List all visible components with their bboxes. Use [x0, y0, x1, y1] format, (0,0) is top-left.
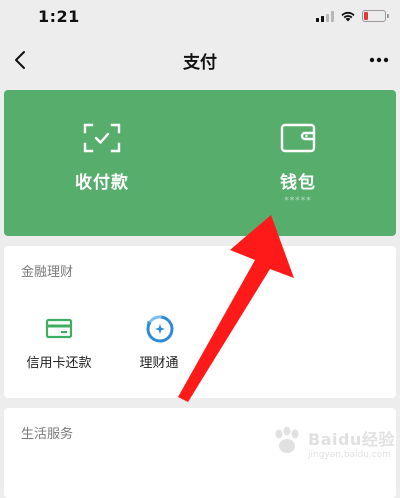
- finance-section-title: 金融理财: [21, 265, 74, 280]
- wallet-balance-masked: *****: [284, 196, 312, 206]
- wallet-icon: [280, 123, 316, 153]
- cellular-signal-icon: [316, 10, 334, 22]
- watermark-url: jingyan.baidu.com: [308, 450, 392, 460]
- more-button[interactable]: [366, 48, 392, 72]
- scan-qr-icon: [83, 123, 121, 153]
- wallet-label: 钱包: [280, 173, 316, 193]
- finance-section: 金融理财 信用卡还款 理财通: [4, 246, 396, 398]
- credit-card-icon: [45, 318, 73, 339]
- status-time: 1:21: [38, 7, 80, 26]
- wallet-button[interactable]: 钱包 *****: [200, 90, 396, 236]
- battery-icon: [362, 10, 389, 22]
- status-bar: 1:21: [0, 0, 400, 36]
- nav-bar: 支付: [0, 36, 400, 84]
- wealth-management-button[interactable]: 理财通: [104, 308, 214, 378]
- wealth-management-icon: [146, 315, 174, 343]
- pay-card: 收付款 钱包 *****: [4, 90, 396, 236]
- paw-logo-icon: [275, 426, 299, 453]
- baidu-watermark: Baidu经验 jingyan.baidu.com: [268, 424, 394, 468]
- status-icons: [316, 9, 389, 23]
- life-services-title: 生活服务: [21, 427, 74, 442]
- ellipsis-icon: [369, 57, 389, 63]
- credit-card-repay-label: 信用卡还款: [26, 356, 92, 371]
- watermark-text: Baidu经验: [308, 430, 395, 449]
- page-title: 支付: [183, 53, 217, 73]
- wealth-management-label: 理财通: [139, 356, 179, 371]
- battery-level: [364, 12, 368, 20]
- credit-card-repay-button[interactable]: 信用卡还款: [4, 308, 114, 378]
- receive-pay-label: 收付款: [75, 173, 129, 193]
- receive-pay-button[interactable]: 收付款: [4, 90, 200, 236]
- wifi-icon: [341, 11, 355, 22]
